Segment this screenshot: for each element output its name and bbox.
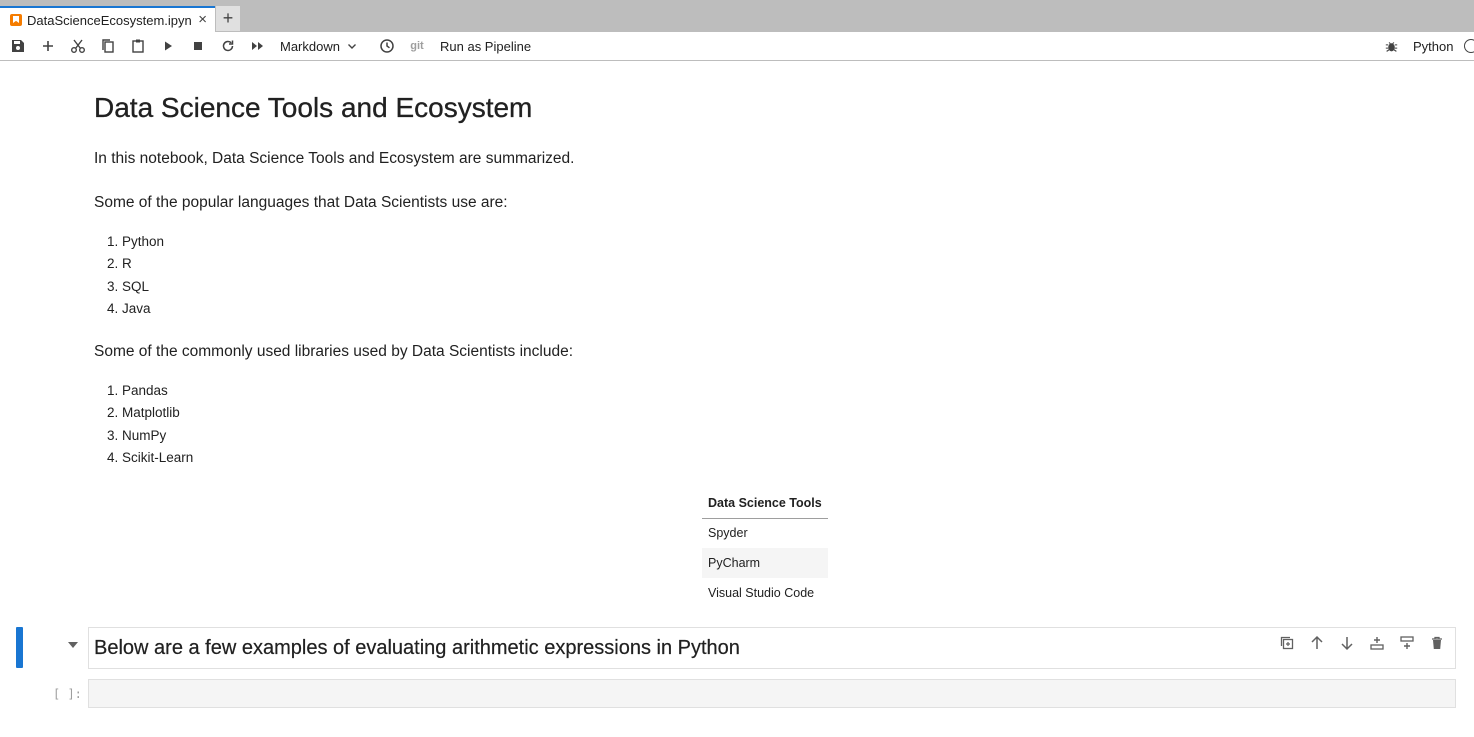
- active-cell-indicator[interactable]: [16, 627, 23, 668]
- table-cell: Visual Studio Code: [708, 586, 815, 600]
- run-all-button[interactable]: [248, 32, 268, 60]
- list-item: 4. Scikit-Learn: [107, 449, 194, 465]
- tab-label: DataScienceEcosystem.ipynb: [27, 12, 192, 28]
- kernel-status-icon: [1464, 39, 1474, 53]
- close-icon[interactable]: ×: [198, 11, 207, 28]
- table-row: PyCharm: [702, 548, 828, 578]
- bug-icon: [1385, 41, 1397, 52]
- page-title: Data Science Tools and Ecosystem: [94, 92, 533, 123]
- fast-forward-icon: [252, 42, 263, 50]
- table-row: Spyder: [702, 518, 828, 548]
- cut-button[interactable]: [68, 32, 88, 60]
- code-cell-input[interactable]: [88, 679, 1456, 708]
- paste-icon: [132, 39, 144, 53]
- notebook-tab[interactable]: DataScienceEcosystem.ipynb ×: [0, 6, 215, 32]
- new-tab-button[interactable]: +: [216, 6, 240, 31]
- cell-type-label: Markdown: [280, 38, 340, 54]
- move-down-icon: [1341, 637, 1353, 651]
- move-up-button[interactable]: [1306, 632, 1328, 654]
- notebook-icon: [10, 14, 22, 26]
- table-row: Visual Studio Code: [702, 578, 828, 608]
- kernel-name: Python: [1413, 38, 1454, 54]
- table-cell: Spyder: [708, 526, 748, 541]
- stop-button[interactable]: [188, 32, 208, 60]
- list-item: 1. Pandas: [107, 383, 168, 398]
- restart-button[interactable]: [218, 32, 238, 60]
- delete-cell-button[interactable]: [1426, 632, 1448, 654]
- list-item: 3. NumPy: [107, 427, 167, 443]
- notebook-panel: Data Science Tools and Ecosystem In this…: [0, 61, 1474, 737]
- collapse-heading-icon[interactable]: [68, 642, 78, 648]
- copy-button[interactable]: [98, 32, 118, 60]
- add-cell-button[interactable]: [38, 32, 58, 60]
- delete-icon: [1432, 636, 1442, 649]
- insert-above-button[interactable]: [1366, 632, 1388, 654]
- save-icon: [12, 40, 24, 52]
- move-up-icon: [1311, 635, 1323, 649]
- cut-icon: [71, 39, 85, 53]
- cell-type-dropdown[interactable]: Markdown: [280, 32, 366, 60]
- input-prompt: [ ]:: [53, 687, 82, 701]
- intro-text: In this notebook, Data Science Tools and…: [94, 150, 575, 167]
- duplicate-cell-button[interactable]: [1276, 632, 1298, 654]
- copy-icon: [102, 39, 114, 53]
- run-button[interactable]: [158, 32, 178, 60]
- debugger-button[interactable]: [1381, 32, 1401, 60]
- libraries-list: 1. Pandas 2. Matplotlib 3. NumPy 4. Scik…: [107, 380, 193, 469]
- add-icon: [43, 41, 53, 51]
- tools-table: Data Science Tools Spyder PyCharm Visual…: [702, 489, 828, 608]
- save-button[interactable]: [8, 32, 28, 60]
- kernel-name-button[interactable]: Python: [1413, 32, 1459, 60]
- stop-icon: [194, 42, 202, 50]
- version-history-button[interactable]: [377, 32, 397, 60]
- list-item: 3. SQL: [107, 278, 150, 294]
- languages-list: 1. Python 2. R 3. SQL 4. Java: [107, 231, 164, 320]
- restart-icon: [222, 40, 234, 52]
- active-markdown-cell[interactable]: Below are a few examples of evaluating a…: [88, 627, 1456, 669]
- languages-intro: Some of the popular languages that Data …: [94, 194, 508, 211]
- list-item: 1. Python: [107, 234, 165, 249]
- chevron-down-icon: [347, 44, 356, 49]
- insert-below-icon: [1400, 636, 1414, 649]
- list-item: 2. R: [107, 256, 132, 272]
- run-as-pipeline-label: Run as Pipeline: [440, 38, 532, 54]
- clock-icon: [380, 39, 394, 53]
- cell-heading: Below are a few examples of evaluating a…: [94, 637, 740, 659]
- duplicate-icon: [1280, 636, 1294, 650]
- move-down-button[interactable]: [1336, 632, 1358, 654]
- list-item: 4. Java: [107, 300, 151, 316]
- table-header: Data Science Tools: [702, 489, 828, 519]
- run-as-pipeline-button[interactable]: Run as Pipeline: [440, 32, 534, 60]
- insert-below-button[interactable]: [1396, 632, 1418, 654]
- git-button[interactable]: git: [408, 32, 426, 60]
- table-cell: PyCharm: [702, 548, 828, 578]
- tab-bar: DataScienceEcosystem.ipynb × +: [0, 0, 1474, 32]
- notebook-toolbar: Markdown git Run as Pipeline Python: [0, 32, 1474, 61]
- run-icon: [165, 41, 172, 51]
- libraries-intro: Some of the commonly used libraries used…: [94, 343, 574, 360]
- git-label: git: [410, 40, 424, 52]
- list-item: 2. Matplotlib: [107, 405, 180, 421]
- insert-above-icon: [1370, 637, 1384, 650]
- paste-button[interactable]: [128, 32, 148, 60]
